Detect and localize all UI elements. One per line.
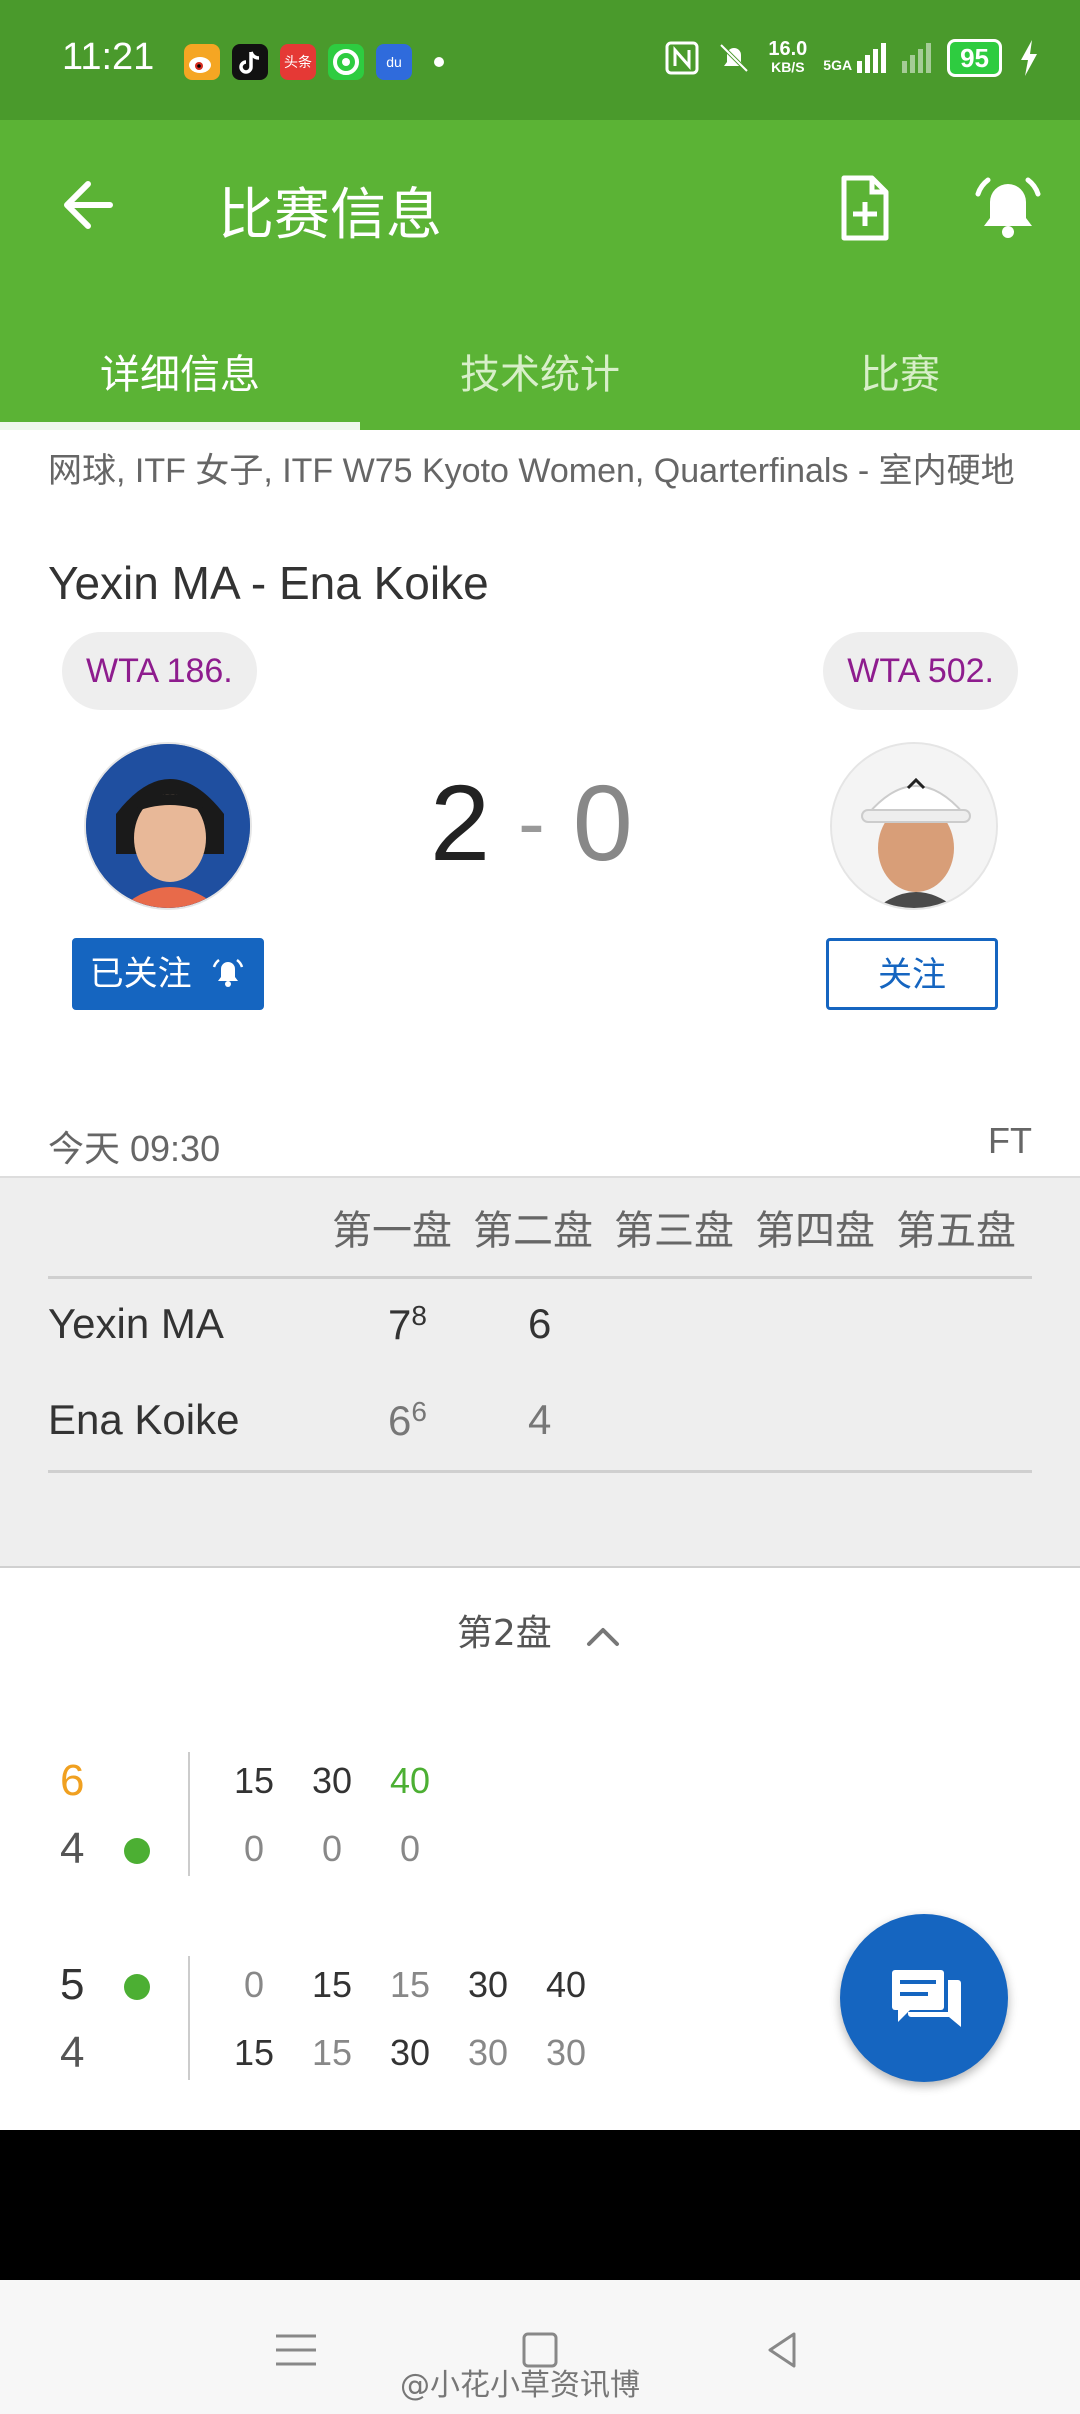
point-score: 30: [311, 1760, 353, 1801]
tab-details[interactable]: 详细信息: [0, 320, 360, 430]
point-score: 15: [233, 1760, 275, 1801]
back-triangle-icon[interactable]: [754, 2320, 814, 2380]
game-block: 6 4 15 30 40 0 0 0: [60, 1752, 700, 1896]
baidu-icon: du: [376, 44, 412, 80]
more-notifications-dot: [434, 57, 444, 67]
bell-ringing-icon: [213, 958, 244, 987]
serve-indicator: [124, 1974, 150, 2000]
table-row: Ena Koike 66 4: [48, 1384, 1032, 1464]
set-header-5: 第五盘: [896, 1208, 1016, 1254]
signal-5g: 5GA: [823, 43, 887, 73]
row-set2-score: 6: [528, 1300, 552, 1347]
tab-indicator: [0, 422, 360, 430]
black-overlay-bar: [0, 2130, 1080, 2280]
menu-icon[interactable]: [266, 2320, 326, 2380]
set-header-3: 第三盘: [614, 1208, 734, 1254]
row-set1-score: 66: [388, 1396, 427, 1444]
point-score: 30: [467, 2032, 509, 2073]
chevron-up-icon: [587, 1628, 620, 1646]
match-title: Yexin MA - Ena Koike: [48, 557, 489, 609]
status-time: 11:21: [62, 36, 155, 78]
chat-fab-button[interactable]: [840, 1914, 1008, 2082]
serve-indicator: [124, 1838, 150, 1864]
point-score: 0: [243, 1828, 265, 1869]
nfc-icon: [665, 41, 699, 75]
point-score: 15: [311, 1964, 353, 2005]
status-bar: 11:21 头条 du 16.0 KB/S 5GA 95: [0, 0, 1080, 120]
game-divider: [188, 1752, 190, 1876]
away-player-avatar[interactable]: [830, 742, 998, 910]
weibo-icon: [184, 44, 220, 80]
app-bar: 比赛信息 详细信息 技术统计 比赛: [0, 120, 1080, 430]
tab-statistics[interactable]: 技术统计: [360, 320, 720, 430]
set-score-table: 第一盘 第二盘 第三盘 第四盘 第五盘 Yexin MA 78 6 Ena Ko…: [0, 1176, 1080, 1568]
home-rank-badge[interactable]: WTA 186.: [62, 632, 257, 710]
home-follow-label: 已关注: [89, 954, 192, 994]
back-arrow-icon[interactable]: [50, 170, 120, 240]
game-top-score: 5: [60, 1960, 85, 2009]
tab-match[interactable]: 比赛: [720, 320, 1080, 430]
point-score: 30: [545, 2032, 587, 2073]
alert-bell-icon[interactable]: [970, 170, 1046, 246]
score-separator: -: [518, 777, 545, 867]
match-datetime: 今天 09:30: [48, 1128, 221, 1169]
set-header-4: 第四盘: [755, 1208, 875, 1254]
point-score: 0: [321, 1828, 343, 1869]
match-time-row: 今天 09:30 FT: [48, 1120, 1032, 1172]
set-header-2: 第二盘: [473, 1208, 593, 1254]
table-divider: [48, 1470, 1032, 1473]
mute-bell-icon: [719, 43, 749, 73]
home-player-avatar[interactable]: [84, 742, 252, 910]
point-score: 15: [233, 2032, 275, 2073]
table-row: Yexin MA 78 6: [48, 1288, 1032, 1368]
net-speed: 16.0 KB/S: [768, 38, 808, 75]
game-divider: [188, 1956, 190, 2080]
point-score: 40: [389, 1760, 431, 1801]
game-top-score: 6: [60, 1756, 85, 1805]
match-status: FT: [988, 1120, 1032, 1161]
battery-indicator: 95: [947, 39, 1002, 77]
away-rank-badge[interactable]: WTA 502.: [823, 632, 1018, 710]
watermark-text: @小花小草资讯博: [400, 2368, 640, 2403]
row-set1-score: 78: [388, 1300, 427, 1348]
match-score: 2 - 0: [430, 760, 633, 885]
row-set2-score: 4: [528, 1396, 552, 1443]
set-toggle[interactable]: 第2盘: [0, 1604, 1080, 1656]
row-player-name: Ena Koike: [48, 1396, 240, 1443]
system-nav-bar: @小花小草资讯博: [0, 2280, 1080, 2414]
point-score: 0: [243, 1964, 265, 2005]
point-score: 40: [545, 1964, 587, 2005]
status-indicators: 16.0 KB/S 5GA 95: [664, 38, 1040, 78]
set-toggle-label: 第2盘: [456, 1613, 552, 1654]
tab-bar: 详细信息 技术统计 比赛: [0, 320, 1080, 430]
point-score: 15: [389, 1964, 431, 2005]
set-headers: 第一盘 第二盘 第三盘 第四盘 第五盘: [332, 1198, 1037, 1256]
green-app-icon: [328, 44, 364, 80]
match-meta: 网球, ITF 女子, ITF W75 Kyoto Women, Quarter…: [48, 452, 1015, 490]
point-score: 30: [389, 2032, 431, 2073]
tiktok-icon: [232, 44, 268, 80]
status-app-icons: 头条 du: [184, 44, 444, 80]
game-block: 5 4 0 15 15 30 40 15 15 30 30 30: [60, 1956, 700, 2100]
signal-secondary-icon: [902, 43, 932, 73]
game-bottom-score: 4: [60, 1824, 85, 1873]
chat-icon: [892, 1970, 961, 2027]
page-title: 比赛信息: [218, 183, 442, 248]
away-sets-won: 0: [572, 762, 633, 883]
point-score: 30: [467, 1964, 509, 2005]
row-player-name: Yexin MA: [48, 1300, 224, 1347]
home-sets-won: 2: [430, 762, 491, 883]
toutiao-icon: 头条: [280, 44, 316, 80]
game-bottom-score: 4: [60, 2028, 85, 2077]
point-score: 0: [399, 1828, 421, 1869]
set-header-1: 第一盘: [332, 1208, 452, 1254]
add-calendar-icon[interactable]: [826, 170, 902, 246]
table-divider: [48, 1276, 1032, 1279]
home-follow-button[interactable]: 已关注: [72, 938, 264, 1010]
charging-icon: [1021, 40, 1037, 76]
away-follow-button[interactable]: 关注: [826, 938, 998, 1010]
point-score: 15: [311, 2032, 353, 2073]
